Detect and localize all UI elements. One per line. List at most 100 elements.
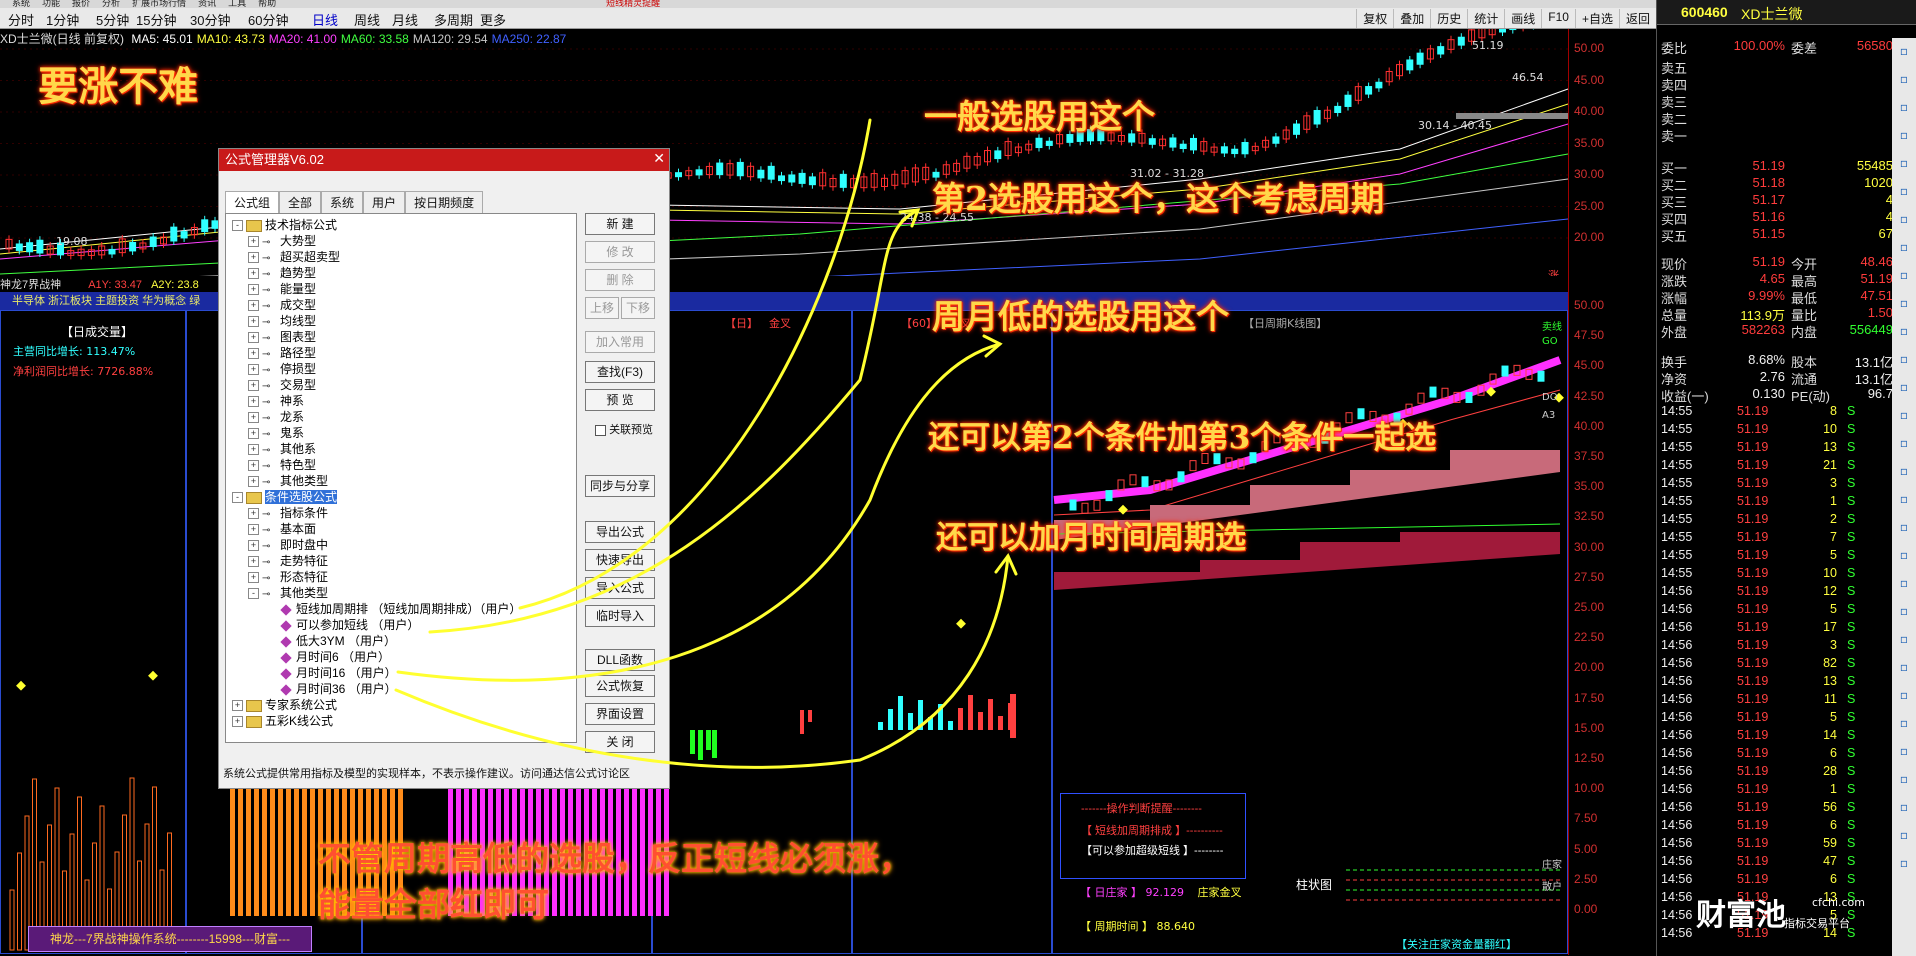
tree-node[interactable]: 可以参加短线 （用户） <box>264 616 419 632</box>
tree-node[interactable]: + ⊸ 特色型 <box>248 456 316 472</box>
period-tab-4[interactable]: 30分钟 <box>190 10 230 29</box>
dialog-button-2[interactable]: 删 除 <box>585 269 655 291</box>
tree-node[interactable]: - 条件选股公式 <box>232 488 338 504</box>
side-tool-icon[interactable]: ▫ <box>1896 296 1912 312</box>
side-tool-icon[interactable]: ▫ <box>1896 72 1912 88</box>
expand-icon[interactable]: + <box>248 252 259 264</box>
side-tool-icon[interactable]: ▫ <box>1896 492 1912 508</box>
expand-icon[interactable]: + <box>248 412 259 424</box>
tool-7[interactable]: 返回 <box>1618 9 1656 28</box>
tree-node[interactable]: + ⊸ 形态特征 <box>248 568 328 584</box>
dialog-tab-4[interactable]: 按日期频度 <box>405 191 484 213</box>
period-tab-10[interactable]: 更多 <box>480 10 506 29</box>
tree-node[interactable]: + ⊸ 鬼系 <box>248 424 304 440</box>
expand-icon[interactable]: - <box>232 492 243 504</box>
formula-manager-dialog[interactable]: 公式管理器V6.02 ✕ 公式组 全部 系统 用户 按日期频度 - 技术指标公式 + ⊸ 大势型… <box>218 148 670 789</box>
tree-node[interactable]: - ⊸ 其他类型 <box>248 584 328 600</box>
menu-item-1[interactable]: 功能 <box>42 0 60 9</box>
link-preview-checkbox[interactable]: 关联预览 <box>595 421 653 437</box>
expand-icon[interactable]: + <box>248 364 259 376</box>
dialog-tab-3[interactable]: 用户 <box>363 191 406 213</box>
side-tool-icon[interactable]: ▫ <box>1896 604 1912 620</box>
side-tool-icon[interactable]: ▫ <box>1896 632 1912 648</box>
dialog-button-3[interactable]: 上移 <box>585 297 619 319</box>
tree-node[interactable]: + ⊸ 路径型 <box>248 344 316 360</box>
period-tab-6[interactable]: 日线 <box>312 10 338 29</box>
period-tab-5[interactable]: 60分钟 <box>248 10 288 29</box>
side-tool-icon[interactable]: ▫ <box>1896 268 1912 284</box>
side-tool-icon[interactable]: ▫ <box>1896 408 1912 424</box>
expand-icon[interactable]: + <box>248 460 259 472</box>
side-tool-icon[interactable]: ▫ <box>1896 212 1912 228</box>
tool-6[interactable]: +自选 <box>1574 9 1619 28</box>
side-tool-icon[interactable]: ▫ <box>1896 100 1912 116</box>
side-tool-icon[interactable]: ▫ <box>1896 856 1912 872</box>
expand-icon[interactable]: - <box>232 220 243 232</box>
expand-icon[interactable]: + <box>232 716 243 728</box>
tree-node[interactable]: + ⊸ 神系 <box>248 392 304 408</box>
tree-node[interactable]: + ⊸ 龙系 <box>248 408 304 424</box>
tree-node[interactable]: - 技术指标公式 <box>232 216 337 232</box>
formula-tree[interactable]: - 技术指标公式 + ⊸ 大势型 + ⊸ 超买超卖型 + ⊸ 趋势型 + ⊸ 能量型 + ⊸ 成交型 + ⊸ 均线型 +… <box>225 213 577 743</box>
dialog-tab-0[interactable]: 公式组 <box>225 191 280 213</box>
tree-node[interactable]: 月时间36 （用户） <box>264 680 397 696</box>
tool-2[interactable]: 历史 <box>1430 9 1467 28</box>
expand-icon[interactable]: + <box>248 348 259 360</box>
tree-node[interactable]: + ⊸ 基本面 <box>248 520 316 536</box>
side-tool-icon[interactable]: ▫ <box>1896 660 1912 676</box>
tool-5[interactable]: F10 <box>1541 9 1575 28</box>
menu-item-7[interactable]: 帮助 <box>258 0 276 9</box>
dialog-button-15[interactable]: 界面设置 <box>585 703 655 725</box>
period-tab-8[interactable]: 月线 <box>392 10 418 29</box>
side-tool-icon[interactable]: ▫ <box>1896 156 1912 172</box>
expand-icon[interactable]: + <box>232 700 243 712</box>
expand-icon[interactable]: + <box>248 284 259 296</box>
side-tool-icon[interactable]: ▫ <box>1896 716 1912 732</box>
side-tool-icon[interactable]: ▫ <box>1896 688 1912 704</box>
side-tool-icon[interactable]: ▫ <box>1896 380 1912 396</box>
tree-node[interactable]: + 专家系统公式 <box>232 696 337 712</box>
period-tab-7[interactable]: 周线 <box>354 10 380 29</box>
expand-icon[interactable]: + <box>248 380 259 392</box>
side-tool-icon[interactable]: ▫ <box>1896 576 1912 592</box>
tree-node[interactable]: + ⊸ 其他系 <box>248 440 316 456</box>
tree-node[interactable]: + ⊸ 停损型 <box>248 360 316 376</box>
menu-item-2[interactable]: 报价 <box>72 0 90 9</box>
expand-icon[interactable]: + <box>248 540 259 552</box>
dialog-tab-1[interactable]: 全部 <box>279 191 322 213</box>
tree-node[interactable]: + ⊸ 指标条件 <box>248 504 328 520</box>
dialog-button-1[interactable]: 修 改 <box>585 241 655 263</box>
tree-node[interactable]: + 五彩K线公式 <box>232 712 333 728</box>
period-tab-2[interactable]: 5分钟 <box>96 10 129 29</box>
dialog-button-14[interactable]: 公式恢复 <box>585 675 655 697</box>
side-tool-icon[interactable]: ▫ <box>1896 352 1912 368</box>
side-tool-icon[interactable]: ▫ <box>1896 800 1912 816</box>
dialog-button-9[interactable]: 导出公式 <box>585 521 655 543</box>
expand-icon[interactable]: + <box>248 268 259 280</box>
expand-icon[interactable]: + <box>248 508 259 520</box>
dialog-button-10[interactable]: 快速导出 <box>585 549 655 571</box>
dialog-button-4[interactable]: 下移 <box>621 297 655 319</box>
side-tool-icon[interactable]: ▫ <box>1896 44 1912 60</box>
expand-icon[interactable]: + <box>248 316 259 328</box>
tree-node[interactable]: + ⊸ 成交型 <box>248 296 316 312</box>
side-tool-icon[interactable]: ▫ <box>1896 184 1912 200</box>
period-tab-1[interactable]: 1分钟 <box>46 10 79 29</box>
expand-icon[interactable]: + <box>248 428 259 440</box>
side-tool-icon[interactable]: ▫ <box>1896 128 1912 144</box>
dialog-button-7[interactable]: 预 览 <box>585 389 655 411</box>
dialog-button-16[interactable]: 关 闭 <box>585 731 655 753</box>
side-tool-icon[interactable]: ▫ <box>1896 464 1912 480</box>
tool-1[interactable]: 叠加 <box>1393 9 1430 28</box>
tree-node[interactable]: 短线加周期排 （短线加周期排成）（用户） <box>264 600 521 616</box>
dialog-button-13[interactable]: DLL函数 <box>585 649 655 671</box>
side-tool-icon[interactable]: ▫ <box>1896 240 1912 256</box>
close-icon[interactable]: ✕ <box>653 151 665 167</box>
tree-node[interactable]: + ⊸ 图表型 <box>248 328 316 344</box>
period-tab-9[interactable]: 多周期 <box>434 10 473 29</box>
tree-node[interactable]: + ⊸ 大势型 <box>248 232 316 248</box>
expand-icon[interactable]: + <box>248 300 259 312</box>
dialog-button-6[interactable]: 查找(F3) <box>585 361 655 383</box>
side-tool-icon[interactable]: ▫ <box>1896 436 1912 452</box>
tree-node[interactable]: + ⊸ 趋势型 <box>248 264 316 280</box>
